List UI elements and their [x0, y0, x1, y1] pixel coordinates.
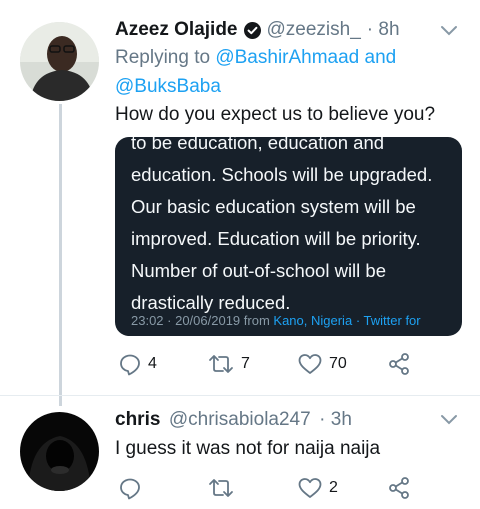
quoted-line: to be education, education and	[131, 137, 385, 153]
caret-down-icon[interactable]	[440, 413, 458, 431]
reply-button[interactable]	[118, 476, 148, 500]
quoted-timestamp: 23:02 · 20/06/2019	[131, 313, 241, 328]
like-button[interactable]: 70	[297, 352, 347, 376]
tweet-time: · 8h	[366, 19, 400, 40]
share-button[interactable]	[387, 352, 411, 376]
mention-link-2[interactable]: @BuksBaba	[115, 73, 221, 101]
share-button[interactable]	[387, 476, 411, 500]
thread-line	[59, 104, 62, 406]
like-count: 70	[329, 355, 347, 372]
share-icon	[387, 352, 411, 376]
tweet-divider	[0, 395, 480, 396]
quoted-from-label: from	[243, 313, 270, 328]
retweet-button[interactable]	[207, 476, 241, 500]
quoted-line: Our basic education system will be	[131, 196, 416, 217]
mention-link[interactable]: @BashirAhmaad and	[215, 47, 396, 68]
quoted-line: improved. Education will be priority.	[131, 228, 421, 249]
tweet-header: Azeez Olajide @zeezish_ · 8h	[115, 19, 400, 41]
quoted-source[interactable]: Twitter for	[364, 313, 421, 328]
like-icon	[297, 476, 323, 500]
verified-icon	[243, 21, 261, 39]
tweet-text: I guess it was not for naija naija	[115, 438, 381, 459]
reply-icon	[118, 476, 142, 500]
quoted-tweet-card[interactable]: to be education, education and education…	[115, 137, 462, 336]
quoted-line: Number of out-of-school will be	[131, 260, 386, 281]
retweet-count: 7	[241, 355, 250, 372]
quoted-text: to be education, education and education…	[131, 137, 451, 319]
retweet-icon	[207, 476, 235, 500]
replying-to: Replying to @BashirAhmaad and	[115, 44, 396, 72]
retweet-button[interactable]: 7	[207, 352, 250, 376]
user-handle[interactable]: @chrisabiola247	[169, 409, 311, 430]
display-name[interactable]: Azeez Olajide	[115, 19, 238, 41]
user-handle[interactable]: @zeezish_	[267, 19, 361, 41]
share-icon	[387, 476, 411, 500]
quoted-location[interactable]: Kano, Nigeria	[273, 313, 352, 328]
reply-button[interactable]: 4	[118, 352, 157, 376]
caret-down-icon[interactable]	[440, 24, 458, 42]
reply-count: 4	[148, 355, 157, 372]
avatar[interactable]	[20, 22, 99, 101]
retweet-icon	[207, 352, 235, 376]
tweet-header: chris @chrisabiola247 · 3h	[115, 409, 352, 431]
reply-icon	[118, 352, 142, 376]
tweet-text: How do you expect us to believe you?	[115, 104, 436, 125]
like-count: 2	[329, 479, 338, 496]
tweet-time: · 3h	[319, 409, 352, 430]
replying-prefix: Replying to	[115, 47, 211, 68]
quoted-line: education. Schools will be upgraded.	[131, 164, 433, 185]
like-button[interactable]: 2	[297, 476, 338, 500]
quoted-separator: ·	[355, 313, 361, 328]
like-icon	[297, 352, 323, 376]
quoted-meta: 23:02 · 20/06/2019 from Kano, Nigeria · …	[131, 313, 421, 328]
display-name[interactable]: chris	[115, 409, 160, 430]
avatar[interactable]	[20, 412, 99, 491]
